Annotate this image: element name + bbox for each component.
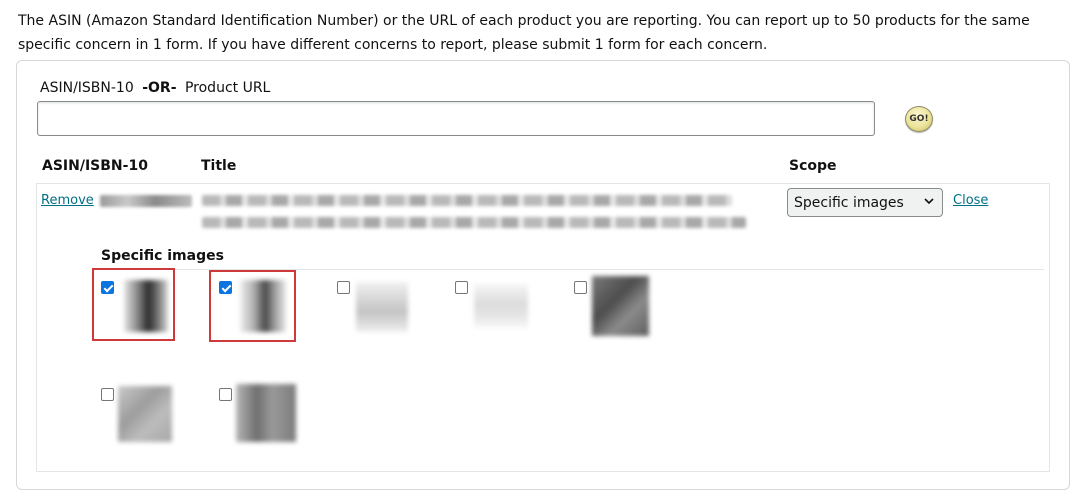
label-or: -OR- (142, 80, 177, 96)
asin-value-redacted (100, 195, 192, 207)
image-3-checkbox[interactable] (337, 281, 350, 294)
go-button[interactable]: GO! (905, 106, 933, 132)
scope-dropdown[interactable]: Specific images (787, 188, 943, 217)
close-link[interactable]: Close (953, 193, 988, 208)
image-2-thumbnail (240, 280, 286, 332)
lookup-label: ASIN/ISBN-10 -OR- Product URL (40, 79, 270, 97)
image-5-checkbox[interactable] (574, 281, 587, 294)
image-6-thumbnail (118, 386, 172, 442)
image-7-checkbox[interactable] (219, 388, 232, 401)
image-2-checkbox[interactable] (219, 281, 232, 294)
image-4-checkbox[interactable] (455, 281, 468, 294)
header-asin: ASIN/ISBN-10 (42, 158, 148, 174)
image-1-checkbox[interactable] (101, 281, 114, 294)
header-scope: Scope (789, 158, 837, 174)
image-3-thumbnail (356, 282, 408, 332)
scope-selected-value: Specific images (794, 194, 904, 211)
image-6-checkbox[interactable] (101, 388, 114, 401)
title-line-2-redacted (202, 217, 746, 228)
specific-images-heading: Specific images (101, 248, 224, 264)
label-asin: ASIN/ISBN-10 (40, 80, 134, 96)
image-4-thumbnail (474, 284, 528, 328)
title-line-1-redacted (202, 195, 732, 206)
image-1-thumbnail (124, 280, 168, 332)
image-5-thumbnail (592, 276, 649, 336)
asin-url-input[interactable] (37, 101, 875, 136)
chevron-down-icon (923, 195, 935, 210)
header-title: Title (201, 158, 237, 174)
image-7-thumbnail (236, 384, 296, 442)
label-url: Product URL (184, 80, 271, 96)
intro-text: The ASIN (Amazon Standard Identification… (18, 13, 1030, 53)
remove-link[interactable]: Remove (41, 193, 94, 208)
